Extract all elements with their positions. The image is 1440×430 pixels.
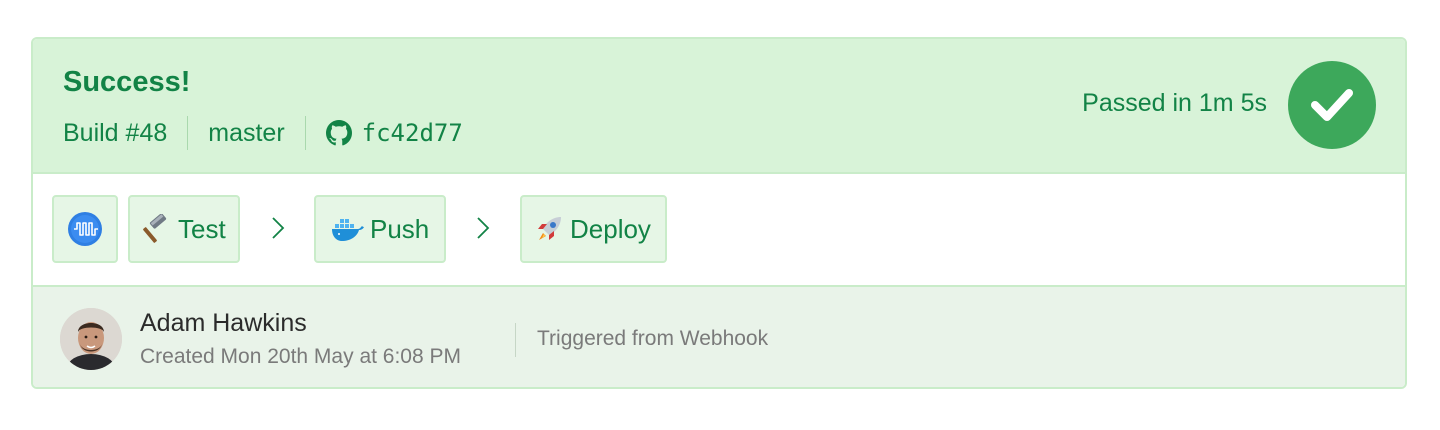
pipeline-step-label: Test — [178, 213, 226, 244]
commit-link[interactable]: fc42d77 — [325, 119, 463, 147]
pipeline-step-push[interactable]: Push — [314, 195, 446, 263]
build-footer: Adam Hawkins Created Mon 20th May at 6:0… — [33, 287, 1405, 387]
meta-divider — [187, 116, 189, 150]
author-name[interactable]: Adam Hawkins — [140, 309, 307, 338]
pipeline-step-deploy[interactable]: Deploy — [520, 195, 667, 263]
build-status-title: Success! — [63, 66, 191, 98]
pipeline-waveform-icon — [68, 212, 102, 246]
github-icon — [325, 120, 352, 146]
commit-hash: fc42d77 — [361, 119, 463, 147]
build-header: Success! Build #48 master fc42d77 Passed… — [33, 39, 1405, 174]
created-timestamp: Created Mon 20th May at 6:08 PM — [140, 345, 461, 368]
success-badge — [1288, 61, 1376, 149]
pipeline-step-source[interactable] — [52, 195, 118, 263]
pipeline-step-label: Deploy — [570, 213, 651, 244]
docker-whale-icon — [330, 214, 364, 244]
footer-divider — [515, 323, 516, 357]
pipeline-step-test[interactable]: Test — [128, 195, 240, 263]
check-icon — [1311, 89, 1353, 121]
rocket-icon — [534, 214, 564, 244]
build-number[interactable]: Build #48 — [63, 119, 167, 148]
branch-name[interactable]: master — [208, 119, 284, 148]
hammer-icon — [142, 214, 172, 244]
pipeline-step-label: Push — [370, 213, 430, 244]
pipeline-steps: Test Push Deploy — [33, 174, 1405, 287]
trigger-source: Triggered from Webhook — [537, 327, 769, 350]
chevron-right-icon — [272, 217, 285, 239]
build-duration: Passed in 1m 5s — [1082, 89, 1267, 117]
avatar[interactable] — [60, 308, 122, 370]
chevron-right-icon — [477, 217, 490, 239]
build-card: Success! Build #48 master fc42d77 Passed… — [31, 37, 1407, 389]
meta-divider — [304, 116, 306, 150]
build-meta: Build #48 master fc42d77 — [63, 115, 463, 151]
